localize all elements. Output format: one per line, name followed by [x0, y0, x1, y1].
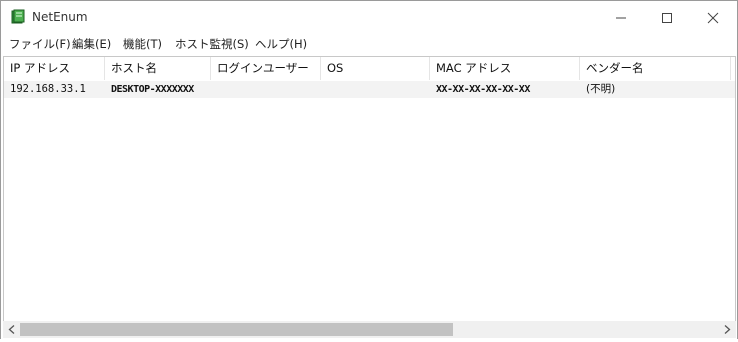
- scroll-left-button[interactable]: [3, 321, 20, 338]
- column-header-os[interactable]: OS: [321, 57, 430, 80]
- chevron-right-icon: [724, 325, 731, 334]
- column-header-user[interactable]: ログインユーザー: [211, 57, 321, 80]
- list-header: IP アドレス ホスト名 ログインユーザー OS MAC アドレス ベンダー名: [4, 57, 735, 80]
- table-row[interactable]: 192.168.33.1 DESKTOP-XXXXXXX XX-XX-XX-XX…: [4, 81, 735, 98]
- cell-ip: 192.168.33.1: [10, 83, 86, 95]
- host-list[interactable]: IP アドレス ホスト名 ログインユーザー OS MAC アドレス ベンダー名 …: [3, 56, 736, 323]
- cell-host: DESKTOP-XXXXXXX: [111, 84, 194, 95]
- column-header-host[interactable]: ホスト名: [105, 57, 211, 80]
- app-window: NetEnum ファイル(F) 編集(E) 機能(T) ホスト監視(S) ヘルプ…: [0, 0, 738, 342]
- window-title: NetEnum: [32, 10, 88, 24]
- maximize-button[interactable]: [644, 1, 690, 33]
- column-header-ip[interactable]: IP アドレス: [4, 57, 105, 80]
- maximize-icon: [662, 13, 672, 23]
- title-bar[interactable]: NetEnum: [1, 1, 737, 33]
- menu-function[interactable]: 機能(T): [123, 36, 162, 52]
- menu-bar: ファイル(F) 編集(E) 機能(T) ホスト監視(S) ヘルプ(H): [1, 34, 737, 54]
- menu-file[interactable]: ファイル(F): [9, 36, 71, 52]
- close-icon: [707, 12, 719, 24]
- menu-host-monitor[interactable]: ホスト監視(S): [175, 36, 249, 52]
- chevron-left-icon: [8, 325, 15, 334]
- cell-user: [211, 81, 321, 98]
- scroll-right-button[interactable]: [719, 321, 736, 338]
- minimize-button[interactable]: [598, 1, 644, 33]
- minimize-icon: [616, 17, 626, 19]
- menu-edit[interactable]: 編集(E): [72, 36, 111, 52]
- cell-vendor: (不明): [586, 83, 616, 95]
- cell-os: [321, 81, 430, 98]
- horizontal-scrollbar[interactable]: [3, 321, 736, 338]
- scroll-thumb[interactable]: [20, 323, 453, 336]
- column-header-mac[interactable]: MAC アドレス: [430, 57, 580, 80]
- cell-mac: XX-XX-XX-XX-XX-XX: [436, 84, 530, 95]
- close-button[interactable]: [690, 1, 736, 33]
- menu-help[interactable]: ヘルプ(H): [255, 36, 307, 52]
- book-green-icon: [10, 9, 26, 25]
- column-header-vendor[interactable]: ベンダー名: [580, 57, 731, 80]
